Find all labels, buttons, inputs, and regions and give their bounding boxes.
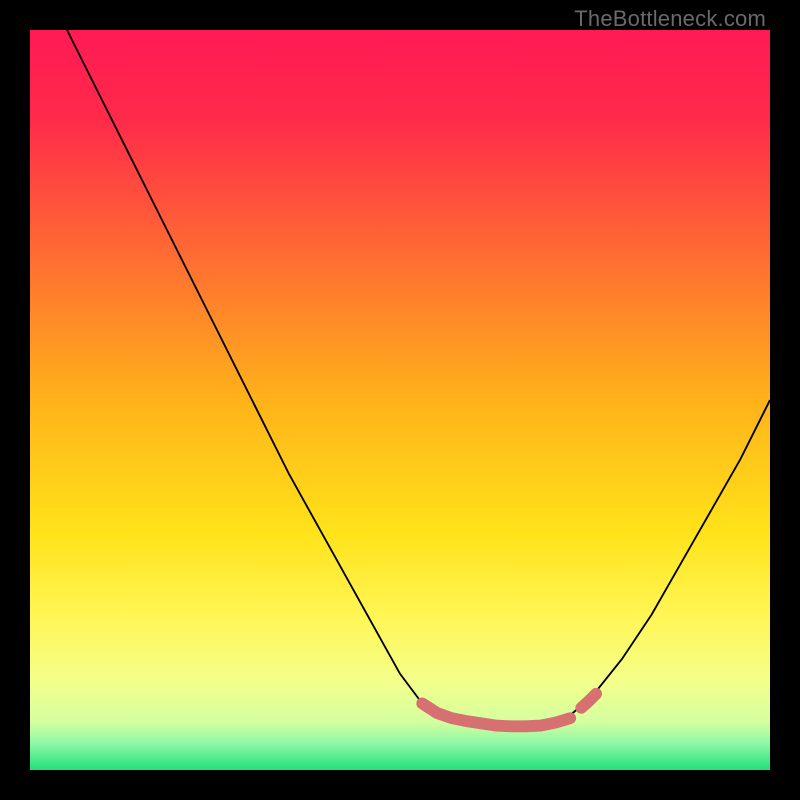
attribution-watermark: TheBottleneck.com <box>574 6 766 32</box>
chart-frame: TheBottleneck.com <box>0 0 800 800</box>
bottleneck-line-chart <box>30 30 770 770</box>
chart-background-gradient <box>30 30 770 770</box>
